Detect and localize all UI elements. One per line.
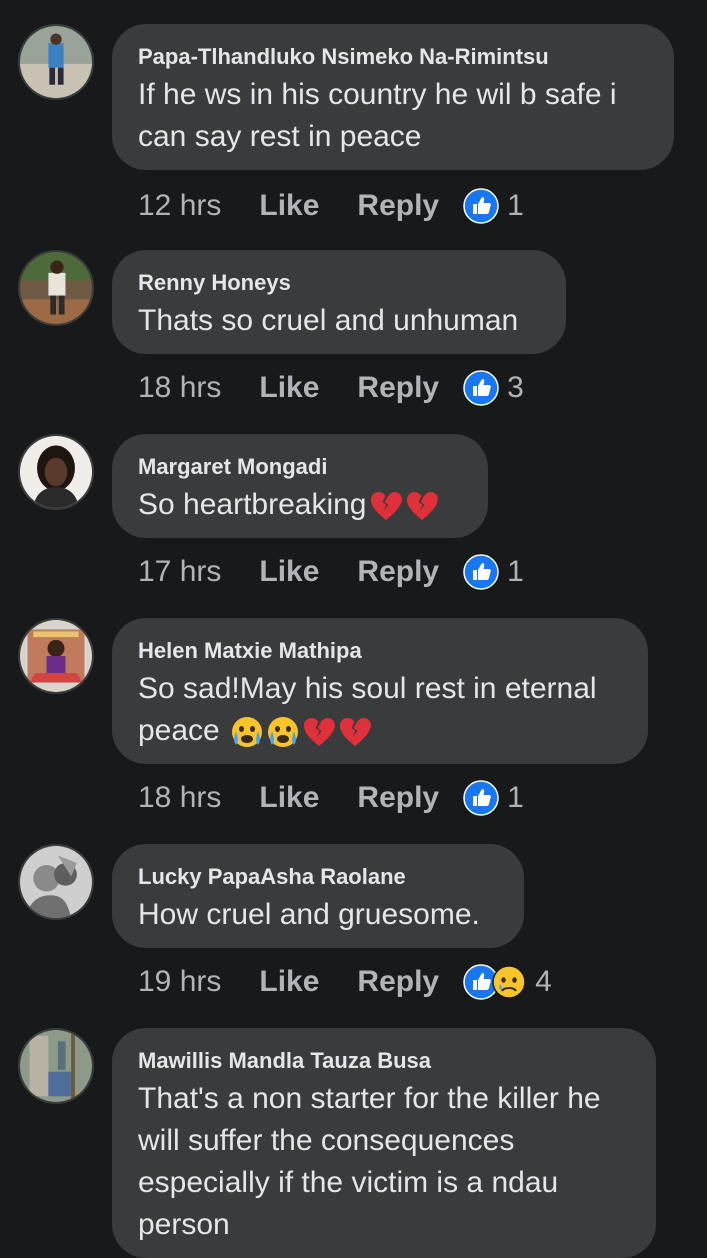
avatar-image: [20, 1030, 92, 1102]
like-reaction-icon: [463, 780, 499, 816]
like-button[interactable]: Like: [259, 189, 319, 223]
reply-button[interactable]: Reply: [357, 189, 439, 223]
avatar[interactable]: [18, 618, 94, 694]
comment-text: How cruel and gruesome.: [138, 898, 480, 931]
reaction-summary[interactable]: 1: [463, 554, 524, 590]
comment-actions: 18 hrs Like Reply 1: [138, 778, 524, 818]
reaction-summary[interactable]: 1: [463, 188, 524, 224]
comment-bubble: Papa-Tlhandluko Nsimeko Na-Rimintsu If h…: [112, 24, 674, 170]
broken-heart-emoji-icon: [304, 718, 336, 747]
comment-bubble: Helen Matxie Mathipa So sad!May his soul…: [112, 618, 648, 764]
avatar-image: [20, 436, 92, 508]
like-button[interactable]: Like: [259, 965, 319, 999]
reaction-count: 1: [507, 555, 524, 588]
comment-text: If he ws in his country he wil b safe i …: [138, 78, 617, 153]
reaction-summary[interactable]: 4: [463, 964, 552, 1000]
reply-button[interactable]: Reply: [357, 781, 439, 815]
comment-text: Thats so cruel and unhuman: [138, 304, 519, 337]
comment-time[interactable]: 18 hrs: [138, 371, 221, 405]
reaction-summary[interactable]: 1: [463, 780, 524, 816]
reply-button[interactable]: Reply: [357, 965, 439, 999]
crying-face-emoji-icon: [268, 717, 299, 748]
comment-time[interactable]: 17 hrs: [138, 555, 221, 589]
broken-heart-emoji-icon: [370, 492, 402, 521]
crying-face-emoji-icon: [232, 717, 263, 748]
comment-time[interactable]: 12 hrs: [138, 189, 221, 223]
comment-text: So heartbreaking: [138, 484, 462, 526]
comment-time[interactable]: 19 hrs: [138, 965, 221, 999]
comment-bubble: Margaret Mongadi So heartbreaking: [112, 434, 488, 538]
comment-text: So sad!May his soul rest in eternal peac…: [138, 668, 622, 752]
comment-actions: 18 hrs Like Reply 3: [138, 368, 524, 408]
avatar-image: [20, 620, 92, 692]
broken-heart-emoji-icon: [406, 492, 438, 521]
comment-bubble: Renny Honeys Thats so cruel and unhuman: [112, 250, 566, 354]
avatar[interactable]: [18, 434, 94, 510]
reaction-count: 4: [535, 965, 552, 998]
comment-actions: 19 hrs Like Reply 4: [138, 962, 552, 1002]
comment-time[interactable]: 18 hrs: [138, 781, 221, 815]
like-reaction-icon: [463, 554, 499, 590]
sad-reaction-icon: [492, 965, 526, 999]
comment-author[interactable]: Papa-Tlhandluko Nsimeko Na-Rimintsu: [138, 44, 648, 70]
comment-author[interactable]: Mawillis Mandla Tauza Busa: [138, 1048, 630, 1074]
like-button[interactable]: Like: [259, 371, 319, 405]
avatar[interactable]: [18, 1028, 94, 1104]
comment-bubble: Lucky PapaAsha Raolane How cruel and gru…: [112, 844, 524, 948]
reaction-count: 1: [507, 189, 524, 222]
comment-actions: 17 hrs Like Reply 1: [138, 552, 524, 592]
broken-heart-emoji-icon: [340, 718, 372, 747]
avatar[interactable]: [18, 844, 94, 920]
comment-text: That's a non starter for the killer he w…: [138, 1082, 601, 1241]
like-reaction-icon: [463, 188, 499, 224]
avatar[interactable]: [18, 24, 94, 100]
comment-author[interactable]: Margaret Mongadi: [138, 454, 462, 480]
like-reaction-icon: [463, 370, 499, 406]
avatar[interactable]: [18, 250, 94, 326]
like-button[interactable]: Like: [259, 555, 319, 589]
comment-text-body: So heartbreaking: [138, 488, 367, 521]
reply-button[interactable]: Reply: [357, 555, 439, 589]
avatar-image: [20, 846, 92, 918]
comment-actions: 12 hrs Like Reply 1: [138, 186, 524, 226]
reply-button[interactable]: Reply: [357, 371, 439, 405]
reaction-count: 3: [507, 371, 524, 404]
reaction-summary[interactable]: 3: [463, 370, 524, 406]
comment-author[interactable]: Renny Honeys: [138, 270, 540, 296]
comment-bubble: Mawillis Mandla Tauza Busa That's a non …: [112, 1028, 656, 1258]
reaction-count: 1: [507, 781, 524, 814]
avatar-image: [20, 252, 92, 324]
avatar-image: [20, 26, 92, 98]
like-button[interactable]: Like: [259, 781, 319, 815]
comment-author[interactable]: Helen Matxie Mathipa: [138, 638, 622, 664]
comment-author[interactable]: Lucky PapaAsha Raolane: [138, 864, 498, 890]
